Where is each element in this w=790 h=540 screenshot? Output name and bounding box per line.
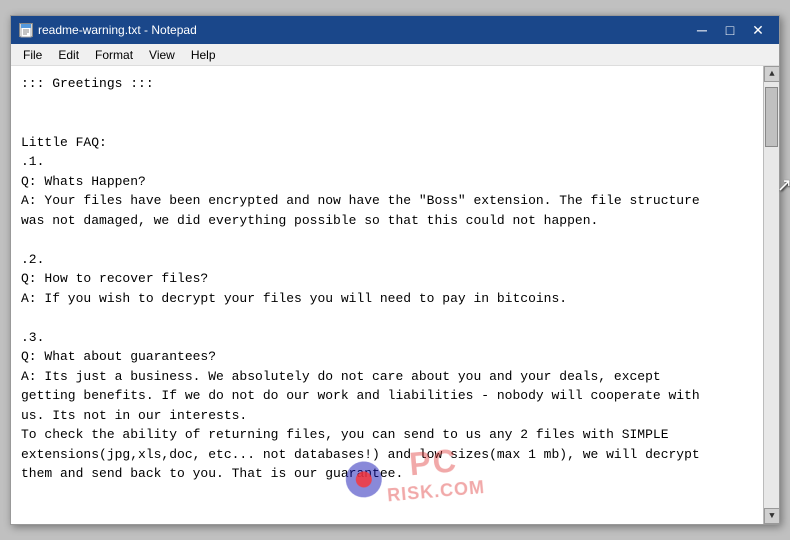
menu-format[interactable]: Format — [87, 46, 141, 64]
title-bar: readme-warning.txt - Notepad ─ □ ✕ — [11, 16, 779, 44]
text-wrapper: ::: Greetings ::: Little FAQ: .1. Q: Wha… — [11, 66, 763, 524]
scrollbar: ▲ ▼ — [763, 66, 779, 524]
text-editor[interactable]: ::: Greetings ::: Little FAQ: .1. Q: Wha… — [11, 66, 763, 524]
app-icon — [19, 23, 33, 37]
close-button[interactable]: ✕ — [745, 21, 771, 39]
minimize-button[interactable]: ─ — [689, 21, 715, 39]
menu-bar: File Edit Format View Help — [11, 44, 779, 66]
window-controls: ─ □ ✕ — [689, 21, 771, 39]
notepad-window: readme-warning.txt - Notepad ─ □ ✕ File … — [10, 15, 780, 525]
menu-view[interactable]: View — [141, 46, 183, 64]
menu-edit[interactable]: Edit — [50, 46, 87, 64]
scroll-down-button[interactable]: ▼ — [764, 508, 779, 524]
content-area: ::: Greetings ::: Little FAQ: .1. Q: Wha… — [11, 66, 779, 524]
menu-file[interactable]: File — [15, 46, 50, 64]
menu-help[interactable]: Help — [183, 46, 224, 64]
scrollbar-track[interactable] — [764, 82, 779, 508]
scroll-up-button[interactable]: ▲ — [764, 66, 779, 82]
window-title: readme-warning.txt - Notepad — [38, 23, 689, 37]
scrollbar-thumb[interactable] — [765, 87, 778, 147]
maximize-button[interactable]: □ — [717, 21, 743, 39]
